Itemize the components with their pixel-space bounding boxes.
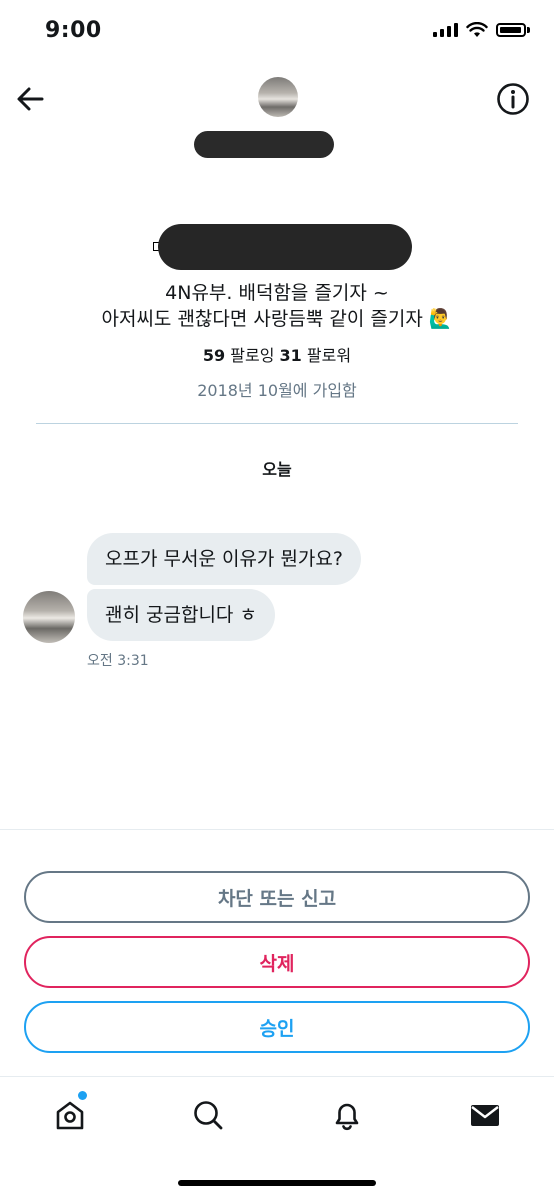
block-report-button[interactable]: 차단 또는 신고 bbox=[24, 871, 530, 923]
tab-notifications[interactable] bbox=[325, 1093, 369, 1137]
home-notification-dot bbox=[78, 1091, 87, 1100]
home-indicator[interactable] bbox=[178, 1180, 376, 1186]
info-button[interactable] bbox=[496, 82, 530, 116]
info-icon bbox=[497, 83, 529, 115]
date-header: 오늘 bbox=[262, 460, 292, 479]
message-bubble[interactable]: 괜히 궁금합니다 ㅎ bbox=[87, 589, 275, 641]
following-label: 팔로잉 bbox=[230, 346, 275, 365]
followers-count: 31 bbox=[279, 346, 302, 365]
signal-icon bbox=[433, 23, 458, 37]
status-indicators bbox=[433, 22, 530, 38]
search-icon bbox=[194, 1101, 223, 1130]
divider bbox=[0, 829, 554, 830]
bio-line-2: 아저씨도 괜찮다면 사랑듬뿍 같이 즐기자 🙋‍♂️ bbox=[101, 308, 453, 330]
divider bbox=[36, 423, 518, 424]
mail-icon bbox=[471, 1105, 499, 1126]
arrow-left-icon bbox=[17, 87, 44, 111]
follow-stats: 59 팔로잉 31 팔로워 bbox=[40, 342, 514, 366]
message-timestamp: 오전 3:31 bbox=[87, 653, 149, 669]
redacted-display-name bbox=[194, 131, 334, 158]
accept-button[interactable]: 승인 bbox=[24, 1001, 530, 1053]
sender-avatar[interactable] bbox=[23, 591, 75, 643]
followers-label: 팔로워 bbox=[306, 346, 352, 365]
back-button[interactable] bbox=[14, 82, 48, 116]
status-time: 9:00 bbox=[45, 18, 102, 43]
joined-date: 2018년 10월에 가입함 bbox=[197, 381, 357, 400]
redacted-handle bbox=[158, 224, 412, 270]
tab-messages[interactable] bbox=[463, 1093, 507, 1137]
profile-bio: 4N유부. 배덕함을 즐기자 ~ 아저씨도 괜찮다면 사랑듬뿍 같이 즐기자 🙋… bbox=[40, 280, 514, 332]
tab-home[interactable] bbox=[48, 1093, 92, 1137]
home-icon bbox=[56, 1101, 84, 1130]
wifi-icon bbox=[466, 22, 488, 37]
bio-line-1: 4N유부. 배덕함을 즐기자 ~ bbox=[165, 282, 389, 304]
battery-icon bbox=[496, 23, 530, 37]
header-avatar[interactable] bbox=[258, 77, 298, 117]
divider bbox=[0, 1076, 554, 1077]
bell-icon bbox=[335, 1103, 359, 1131]
tab-search[interactable] bbox=[186, 1093, 230, 1137]
following-count: 59 bbox=[202, 346, 226, 365]
message-bubble[interactable]: 오프가 무서운 이유가 뭔가요? bbox=[87, 533, 361, 585]
delete-button[interactable]: 삭제 bbox=[24, 936, 530, 988]
